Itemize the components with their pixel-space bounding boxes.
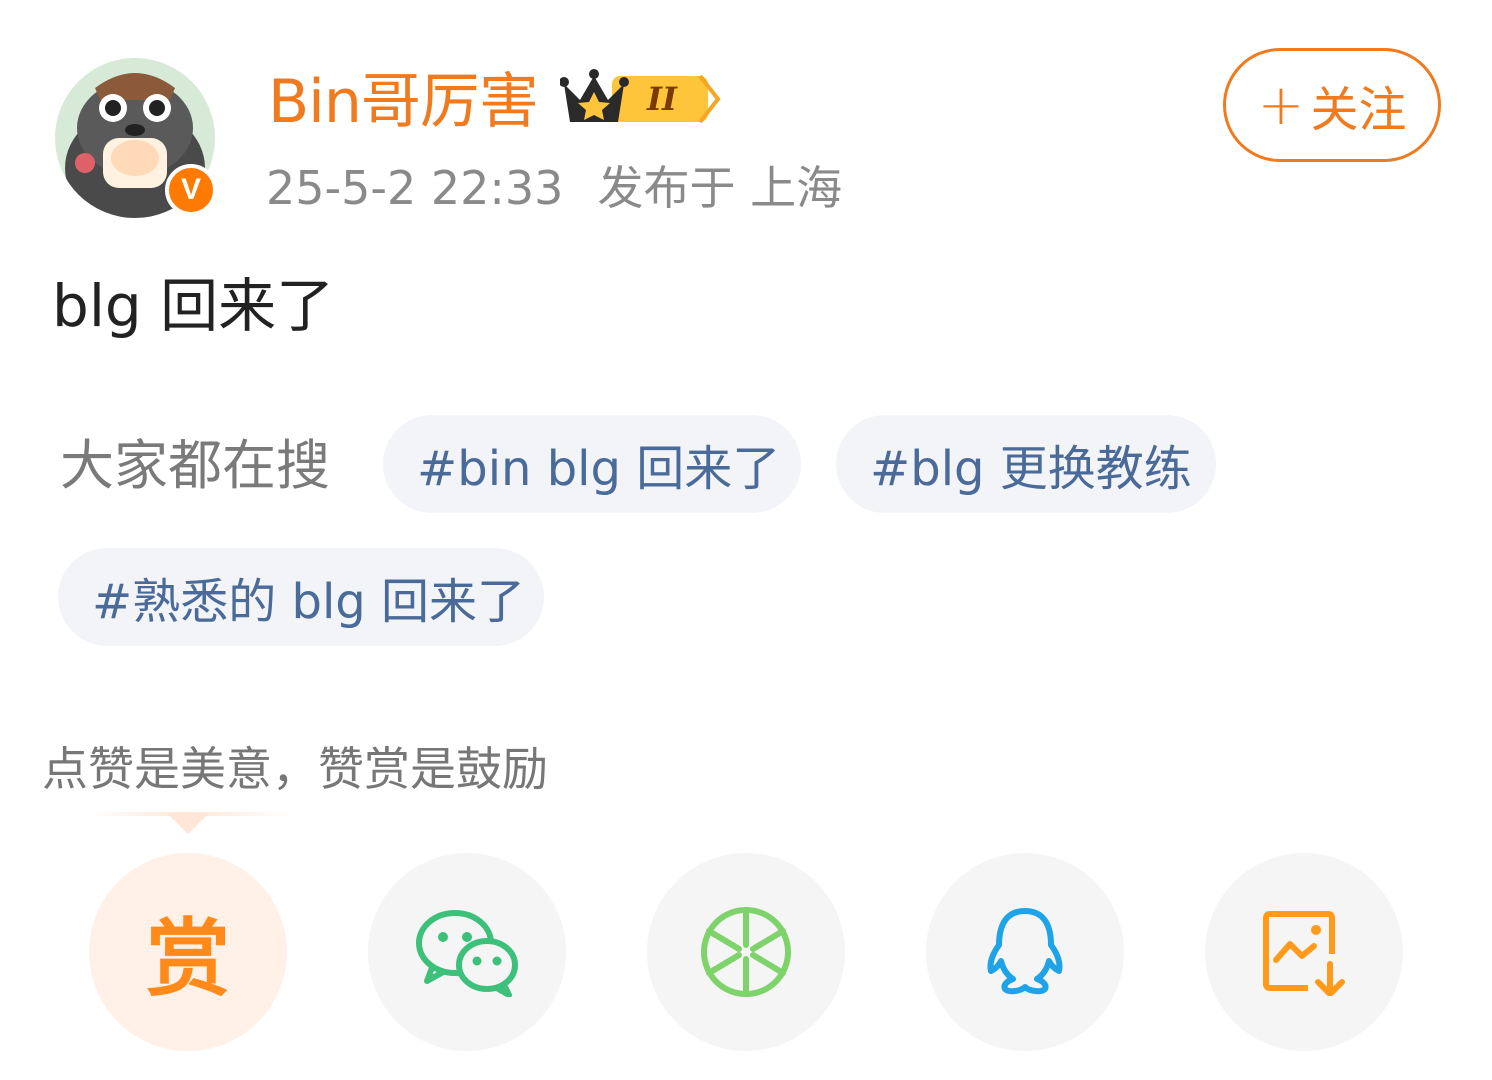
avatar[interactable]: V: [55, 58, 217, 218]
share-moments-button[interactable]: [647, 853, 845, 1051]
hot-search-label: 大家都在搜: [60, 434, 330, 497]
level-badge-text: II: [646, 80, 678, 118]
reward-icon: 赏: [145, 909, 230, 1008]
qq-icon: [987, 908, 1063, 995]
hot-search-tag[interactable]: #bin blg 回来了: [383, 415, 801, 513]
save-image-icon: [1263, 911, 1345, 996]
moments-icon: [701, 907, 791, 997]
post-time: 25-5-2 22:33: [266, 161, 564, 215]
wechat-icon: [416, 910, 518, 997]
post-meta: 25-5-2 22:33 发布于 上海: [266, 158, 876, 218]
reward-caption: 点赞是美意，赞赏是鼓励: [42, 742, 548, 796]
hot-search-tag[interactable]: #熟悉的 blg 回来了: [58, 548, 544, 646]
verified-badge-icon: V: [165, 164, 217, 216]
reward-button[interactable]: 赏: [89, 853, 287, 1051]
hot-search-tag[interactable]: #blg 更换教练: [836, 415, 1216, 513]
post-text: blg 回来了: [52, 272, 335, 340]
reward-pointer-arrow: [168, 814, 208, 834]
vip-crown-badge-icon[interactable]: II: [560, 66, 722, 130]
username[interactable]: Bin哥厉害: [268, 66, 539, 138]
share-qq-button[interactable]: [926, 853, 1124, 1051]
post-location: 发布于 上海: [597, 161, 843, 215]
share-wechat-button[interactable]: [368, 853, 566, 1051]
save-image-button[interactable]: [1205, 853, 1403, 1051]
plus-icon: +: [1257, 72, 1305, 138]
follow-button[interactable]: + 关注: [1223, 48, 1441, 162]
follow-label: 关注: [1310, 82, 1407, 138]
